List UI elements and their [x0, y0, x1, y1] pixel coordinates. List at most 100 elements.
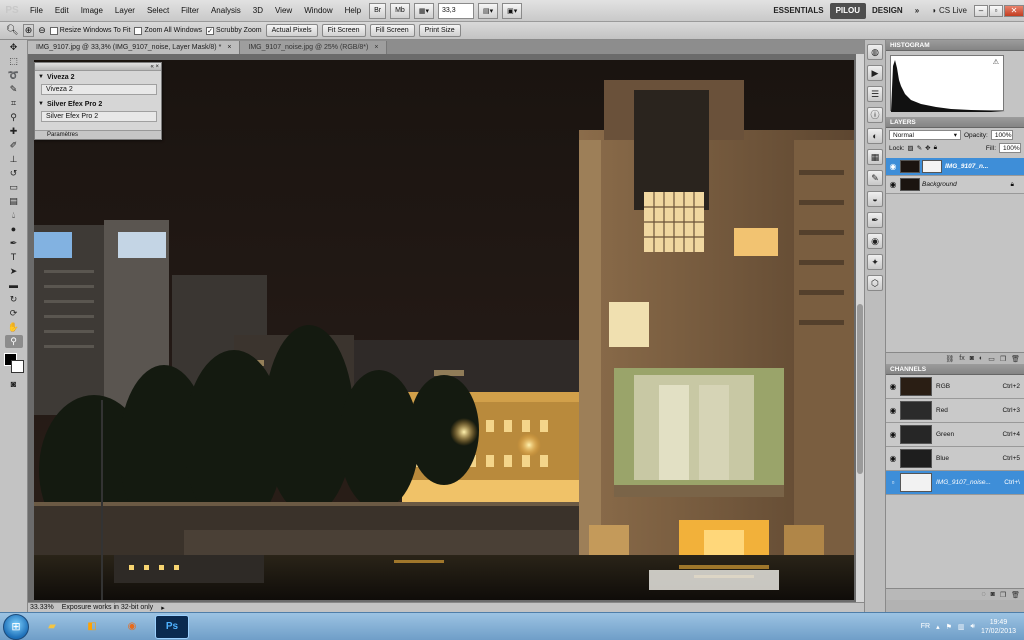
- visibility-eye-icon[interactable]: ◉: [886, 382, 900, 391]
- lock-transparency-icon[interactable]: ▨: [908, 144, 914, 152]
- scrollbar-thumb[interactable]: [857, 304, 863, 474]
- visibility-eye-box[interactable]: ▫: [886, 478, 900, 487]
- visibility-eye-icon[interactable]: ◉: [886, 162, 900, 171]
- link-layers-icon[interactable]: ⛓: [945, 355, 954, 363]
- layer-style-icon[interactable]: fx: [959, 355, 964, 362]
- trash-icon[interactable]: 🗑︎: [1011, 591, 1020, 599]
- view-extras-button[interactable]: ▦▾: [413, 2, 434, 19]
- clone-stamp-tool-icon[interactable]: ⊥: [5, 153, 23, 166]
- type-tool-icon[interactable]: T: [5, 251, 23, 264]
- maximize-button[interactable]: ▫: [989, 4, 1003, 17]
- cache-warning-icon[interactable]: ⚠: [993, 58, 999, 66]
- channel-blue[interactable]: ◉ Blue Ctrl+5: [886, 447, 1024, 471]
- checkbox-box[interactable]: [49, 26, 58, 35]
- quick-mask-icon[interactable]: ◙: [5, 378, 23, 391]
- adjustments-icon[interactable]: ◒: [867, 191, 883, 207]
- fill-field[interactable]: 100%: [999, 143, 1021, 153]
- close-tab-icon[interactable]: ×: [227, 44, 231, 51]
- opacity-field[interactable]: 100%: [990, 130, 1013, 140]
- blur-tool-icon[interactable]: 💧︎: [5, 209, 23, 222]
- zoom-tool-icon[interactable]: ⚲: [4, 335, 23, 348]
- crop-tool-icon[interactable]: ⌗: [5, 97, 23, 110]
- close-tab-icon[interactable]: ×: [374, 44, 378, 51]
- zoom-tool-icon[interactable]: 🔍︎: [6, 25, 19, 36]
- start-button[interactable]: ⊞: [3, 613, 29, 640]
- screen-mode-button[interactable]: ▣▾: [502, 2, 523, 19]
- resize-windows-checkbox[interactable]: Resize Windows To Fit: [49, 26, 130, 35]
- healing-brush-tool-icon[interactable]: ✚: [5, 125, 23, 138]
- 3d-icon[interactable]: ⬡: [867, 275, 883, 291]
- move-tool-icon[interactable]: ✥: [5, 41, 23, 54]
- lock-pixels-icon[interactable]: ✎: [917, 144, 922, 152]
- channel-rgb[interactable]: ◉ RGB Ctrl+2: [886, 375, 1024, 399]
- navigator-icon[interactable]: ◍: [867, 44, 883, 60]
- trash-icon[interactable]: 🗑︎: [1011, 355, 1020, 363]
- vertical-scrollbar[interactable]: [856, 54, 864, 602]
- workspace-essentials[interactable]: ESSENTIALS: [767, 3, 829, 19]
- visibility-eye-icon[interactable]: ◉: [886, 454, 900, 463]
- layer-mask-thumbnail[interactable]: [922, 160, 942, 173]
- color-icon[interactable]: ◐: [867, 128, 883, 144]
- save-selection-icon[interactable]: ◙: [991, 591, 995, 598]
- workspace-design[interactable]: DESIGN: [866, 3, 909, 19]
- visibility-eye-icon[interactable]: ◉: [886, 430, 900, 439]
- gradient-tool-icon[interactable]: ▤: [5, 195, 23, 208]
- plugin-section-silver-efex[interactable]: ▼ Silver Efex Pro 2: [35, 98, 161, 110]
- channel-red[interactable]: ◉ Red Ctrl+3: [886, 399, 1024, 423]
- brush-tool-icon[interactable]: ✐: [5, 139, 23, 152]
- explorer-taskbar-icon[interactable]: ▰: [35, 615, 69, 639]
- 3d-rotate-tool-icon[interactable]: ↻: [5, 293, 23, 306]
- paths-icon[interactable]: ✒: [867, 212, 883, 228]
- masks-icon[interactable]: ◉: [867, 233, 883, 249]
- tab-img-9107[interactable]: IMG_9107.jpg @ 33,3% (IMG_9107_noise, La…: [28, 41, 241, 54]
- plugin-panel-header[interactable]: « ×: [35, 63, 161, 71]
- status-menu-icon[interactable]: ▸: [161, 604, 165, 612]
- visibility-eye-icon[interactable]: ◉: [886, 406, 900, 415]
- media-taskbar-icon[interactable]: ◧: [75, 615, 109, 639]
- actions-icon[interactable]: ▶: [867, 65, 883, 81]
- lock-position-icon[interactable]: ✥: [925, 144, 930, 152]
- 3d-orbit-tool-icon[interactable]: ⟳: [5, 307, 23, 320]
- menu-window[interactable]: Window: [298, 0, 338, 22]
- mini-bridge-button[interactable]: Mb: [390, 2, 410, 19]
- arrange-documents-button[interactable]: ▤▾: [477, 2, 499, 19]
- marquee-tool-icon[interactable]: ⬚: [5, 55, 23, 68]
- history-icon[interactable]: ☰: [867, 86, 883, 102]
- lock-all-icon[interactable]: 🔒︎: [934, 144, 937, 152]
- info-icon[interactable]: ⓘ: [867, 107, 883, 123]
- cs-live-button[interactable]: ◑ CS Live: [925, 6, 973, 15]
- document-canvas[interactable]: [34, 60, 854, 600]
- system-clock[interactable]: 19:49 17/02/2013: [981, 618, 1016, 636]
- workspace-more-button[interactable]: »: [909, 3, 925, 19]
- brush-presets-icon[interactable]: ✎: [867, 170, 883, 186]
- path-selection-tool-icon[interactable]: ➤: [5, 265, 23, 278]
- menu-image[interactable]: Image: [75, 0, 109, 22]
- bridge-button[interactable]: Br: [369, 2, 387, 19]
- menu-view[interactable]: View: [269, 0, 298, 22]
- dodge-tool-icon[interactable]: ●: [5, 223, 23, 236]
- new-channel-icon[interactable]: ❐: [1000, 591, 1006, 599]
- viveza-button[interactable]: Viveza 2: [41, 84, 157, 95]
- hand-tool-icon[interactable]: ✋: [5, 321, 23, 334]
- channel-green[interactable]: ◉ Green Ctrl+4: [886, 423, 1024, 447]
- plugin-settings[interactable]: Paramètres: [35, 130, 161, 139]
- status-zoom[interactable]: 33.33%: [30, 604, 54, 611]
- menu-analysis[interactable]: Analysis: [205, 0, 247, 22]
- fit-screen-button[interactable]: Fit Screen: [321, 24, 366, 37]
- silver-efex-button[interactable]: Silver Efex Pro 2: [41, 111, 157, 122]
- layer-img-9107-noise[interactable]: ◉ IMG_9107_n...: [886, 158, 1024, 176]
- actual-pixels-button[interactable]: Actual Pixels: [265, 24, 318, 37]
- menu-layer[interactable]: Layer: [109, 0, 141, 22]
- firefox-taskbar-icon[interactable]: ◉: [115, 615, 149, 639]
- fill-screen-button[interactable]: Fill Screen: [369, 24, 415, 37]
- show-hidden-icons-icon[interactable]: ▴: [936, 623, 940, 631]
- histogram-panel-title[interactable]: HISTOGRAM: [886, 40, 1024, 51]
- swatches-icon[interactable]: ▦: [867, 149, 883, 165]
- channel-layer-mask[interactable]: ▫ IMG_9107_noise... Ctrl+\: [886, 471, 1024, 495]
- menu-file[interactable]: File: [24, 0, 49, 22]
- close-button[interactable]: ✕: [1004, 4, 1024, 17]
- eraser-tool-icon[interactable]: ▭: [5, 181, 23, 194]
- pen-tool-icon[interactable]: ✒: [5, 237, 23, 250]
- eyedropper-tool-icon[interactable]: ⚲: [5, 111, 23, 124]
- flag-icon[interactable]: ⚑: [946, 623, 952, 631]
